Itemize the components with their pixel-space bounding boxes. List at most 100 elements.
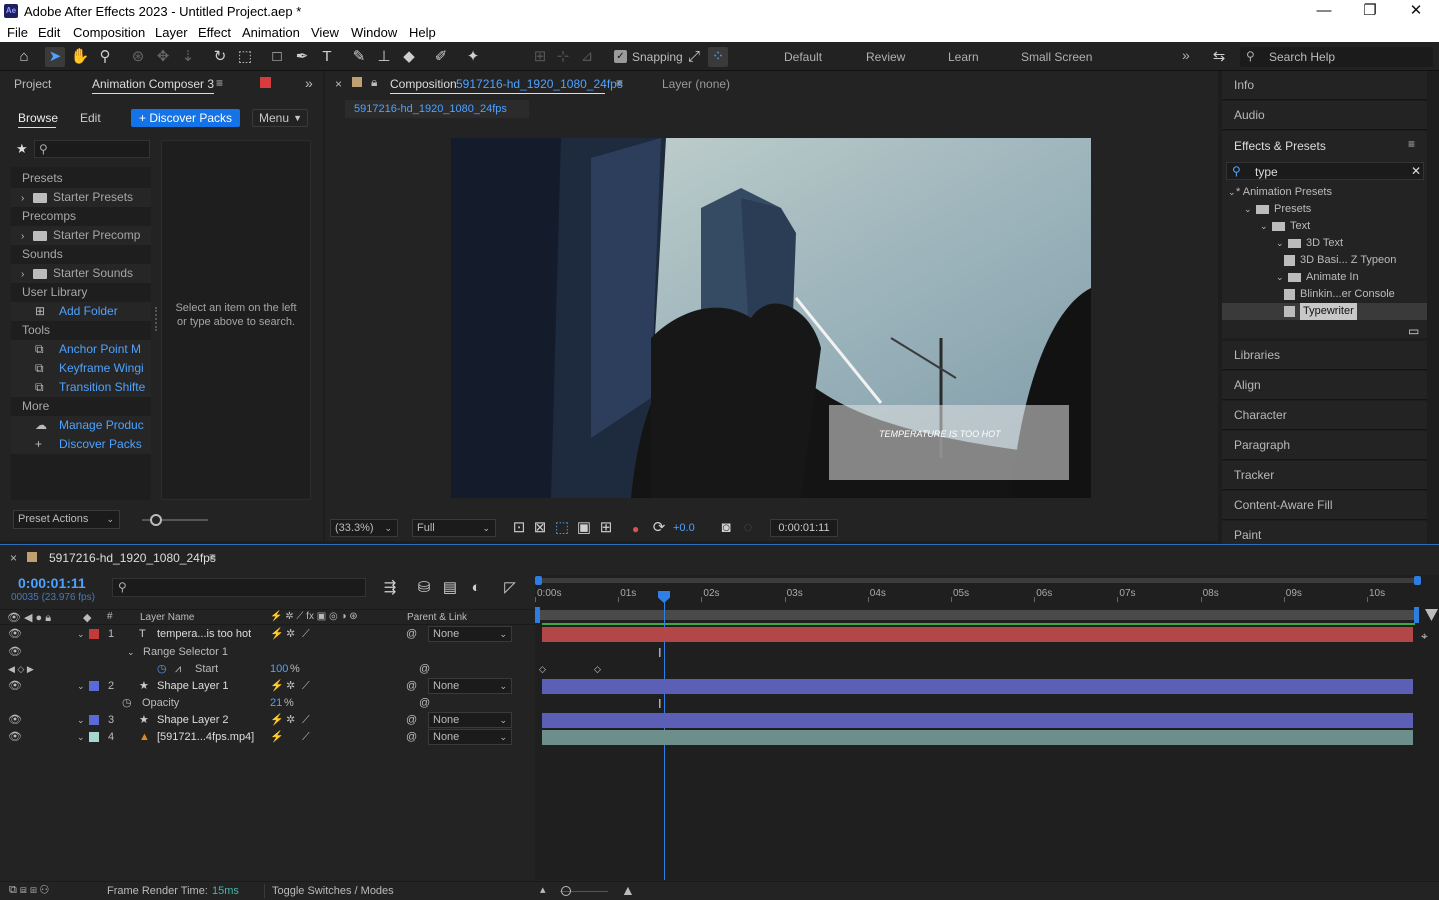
browse-item[interactable]: ⊞ Add Folder — [11, 302, 151, 321]
minimize-button[interactable]: — — [1301, 0, 1347, 23]
snapshot-camera-icon[interactable]: ◙ — [716, 518, 736, 538]
brush-tool-icon[interactable]: ✎ — [349, 47, 369, 67]
panel-info[interactable]: Info — [1222, 71, 1427, 100]
zoom-in-icon[interactable]: ▲ — [621, 882, 635, 898]
label-color-icon[interactable] — [89, 715, 99, 725]
axis-view-icon[interactable]: ⊿ — [577, 47, 597, 67]
eraser-tool-icon[interactable]: ◆ — [399, 47, 419, 67]
panel-libraries[interactable]: Libraries — [1222, 341, 1427, 370]
snapping-checkbox[interactable]: ✓ — [614, 50, 627, 63]
reset-exposure-icon[interactable]: ⟳ — [649, 518, 669, 538]
workspace-small-screen[interactable]: Small Screen — [1021, 50, 1092, 64]
layer-name[interactable]: Shape Layer 1 — [157, 678, 229, 695]
panel-paragraph[interactable]: Paragraph — [1222, 431, 1427, 460]
snap-points-icon[interactable]: ⁘ — [708, 47, 728, 67]
chevron-down-icon[interactable]: ⌄ — [1244, 201, 1252, 218]
tab-project[interactable]: Project — [14, 77, 51, 91]
layer-name[interactable]: [591721...4fps.mp4] — [157, 729, 254, 746]
grid-icon[interactable]: ⊞ — [596, 518, 616, 538]
browse-search-input[interactable]: ⚲ — [34, 140, 150, 158]
switch-shy-icon[interactable]: ⚡ — [270, 729, 284, 746]
comp-marker-bin-icon[interactable] — [1425, 609, 1438, 621]
workspace-default[interactable]: Default — [784, 50, 822, 64]
rotate-tool-icon[interactable]: ↻ — [210, 47, 230, 67]
chevron-down-icon[interactable]: ⌄ — [1228, 184, 1236, 201]
browse-item[interactable]: ⧉ Keyframe Wingi — [11, 359, 151, 378]
work-area-start[interactable] — [535, 607, 540, 623]
draft-3d-icon[interactable]: ⛁ — [414, 578, 434, 598]
layer-navigator-icon[interactable]: ⌖ — [1421, 629, 1428, 644]
work-area-navigator[interactable] — [538, 578, 1418, 583]
time-zoom-knob[interactable] — [561, 886, 571, 896]
new-folder-icon[interactable]: ▭ — [1408, 324, 1419, 338]
panel-tracker[interactable]: Tracker — [1222, 461, 1427, 490]
workspace-overflow-icon[interactable]: » — [1182, 47, 1190, 63]
browse-item[interactable]: ☁ Manage Produc — [11, 416, 151, 435]
transparency-grid-icon[interactable]: ⊠ — [530, 518, 550, 538]
composition-viewer[interactable]: TEMPERATURE IS TOO HOT — [451, 138, 1091, 498]
record-icon[interactable] — [260, 77, 271, 88]
tree-folder[interactable]: ⌄ 3D Text — [1222, 235, 1427, 252]
pan-camera-icon[interactable]: ✥ — [153, 47, 173, 67]
work-area-end[interactable] — [1414, 607, 1419, 623]
layer-row[interactable]: 👁︎ ⌄ 1 Ttempera...is too hot ⚡ ✲ ⟋ @ None ⌄ — [0, 626, 535, 643]
layer-name-header[interactable]: Layer Name — [140, 612, 194, 623]
twirl-icon[interactable]: ⌄ — [77, 729, 85, 746]
effects-search-input[interactable]: ⚲ type ✕ — [1226, 162, 1424, 180]
pickwhip-icon[interactable]: @ — [406, 678, 417, 695]
browse-item[interactable]: › Starter Presets — [11, 188, 151, 207]
switch-quality-icon[interactable]: ⟋ — [302, 626, 310, 643]
safe-zones-icon[interactable]: ▣ — [574, 518, 594, 538]
zoom-out-icon[interactable]: ▴ — [540, 883, 546, 896]
layer-row[interactable]: 👁︎ ⌄ 2 ★ Shape Layer 1 ⚡ ✲ ⟋ @ None ⌄ — [0, 678, 535, 695]
switch-quality-icon[interactable]: ⟋ — [302, 712, 310, 729]
work-area-bar[interactable] — [538, 610, 1415, 620]
puppet-pin-icon[interactable]: ✦ — [463, 47, 483, 67]
selection-tool-icon[interactable]: ➤ — [45, 47, 65, 67]
menu-composition[interactable]: Composition — [73, 25, 145, 40]
twirl-icon[interactable]: ⌄ — [127, 644, 135, 661]
switch-quality-icon[interactable]: ⟋ — [302, 678, 310, 695]
workspace-review[interactable]: Review — [866, 50, 905, 64]
exposure-value[interactable]: +0.0 — [673, 522, 695, 534]
size-slider-knob[interactable] — [150, 514, 162, 526]
pen-tool-icon[interactable]: ✒ — [292, 47, 312, 67]
favorites-star-icon[interactable]: ★ — [16, 141, 28, 157]
preset-item[interactable]: Blinkin...er Console — [1222, 286, 1427, 303]
viewer-timecode[interactable]: 0:00:01:11 — [770, 519, 838, 537]
parent-dropdown[interactable]: None ⌄ — [428, 712, 512, 728]
switch-collapse-icon[interactable]: ✲ — [286, 678, 295, 695]
layer-search-input[interactable]: ⚲ — [112, 578, 366, 597]
comp-mini-flowchart-icon[interactable]: ⇶ — [380, 578, 400, 598]
pickwhip-icon[interactable]: @ — [406, 626, 417, 643]
chevron-down-icon[interactable]: ⌄ — [1260, 218, 1268, 235]
panel-menu-icon[interactable]: ≡ — [209, 550, 216, 564]
panel-menu-icon[interactable]: ≡ — [216, 76, 223, 90]
expression-pickwhip-icon[interactable]: @ — [419, 661, 430, 678]
panel-align[interactable]: Align — [1222, 371, 1427, 400]
splitter-handle[interactable] — [155, 307, 158, 331]
roto-brush-icon[interactable]: ✐ — [431, 47, 451, 67]
toggle-switches-modes[interactable]: Toggle Switches / Modes — [272, 885, 394, 897]
keyframe-nav-icons[interactable]: ◀ ◇ ▶ — [8, 661, 34, 678]
group-name[interactable]: Range Selector 1 — [143, 644, 228, 661]
tree-folder[interactable]: ⌄ Presets — [1222, 201, 1427, 218]
menu-edit[interactable]: Edit — [38, 25, 60, 40]
resolution-dropdown[interactable]: Full ⌄ — [412, 519, 496, 537]
clear-search-icon[interactable]: ✕ — [1411, 164, 1421, 178]
chevron-right-icon[interactable]: › — [21, 265, 33, 284]
keyframe-diamond[interactable]: ◇ — [539, 664, 546, 675]
timeline-comp-tab[interactable]: 5917216-hd_1920_1080_24fps — [49, 551, 216, 565]
expression-pickwhip-icon[interactable]: @ — [419, 695, 430, 712]
discover-packs-button[interactable]: + Discover Packs — [131, 109, 240, 127]
snap-edges-icon[interactable]: ⤢ — [684, 47, 704, 67]
parent-link-header[interactable]: Parent & Link — [407, 612, 467, 623]
footer-toggle-icons[interactable]: ⧉ ⧈ ⧆ ⚇ — [9, 884, 49, 897]
layer-row[interactable]: ◀ ◇ ▶ ◷ ⩘ Start 100% @ — [0, 661, 535, 678]
axis-world-icon[interactable]: ⊹ — [553, 47, 573, 67]
close-tab-icon[interactable]: × — [335, 77, 342, 91]
hand-tool-icon[interactable]: ✋ — [70, 47, 90, 67]
layer-duration-bar[interactable] — [542, 730, 1413, 745]
browse-item[interactable]: ⧉ Transition Shifte — [11, 378, 151, 397]
section-header[interactable]: Precomps — [22, 207, 151, 226]
